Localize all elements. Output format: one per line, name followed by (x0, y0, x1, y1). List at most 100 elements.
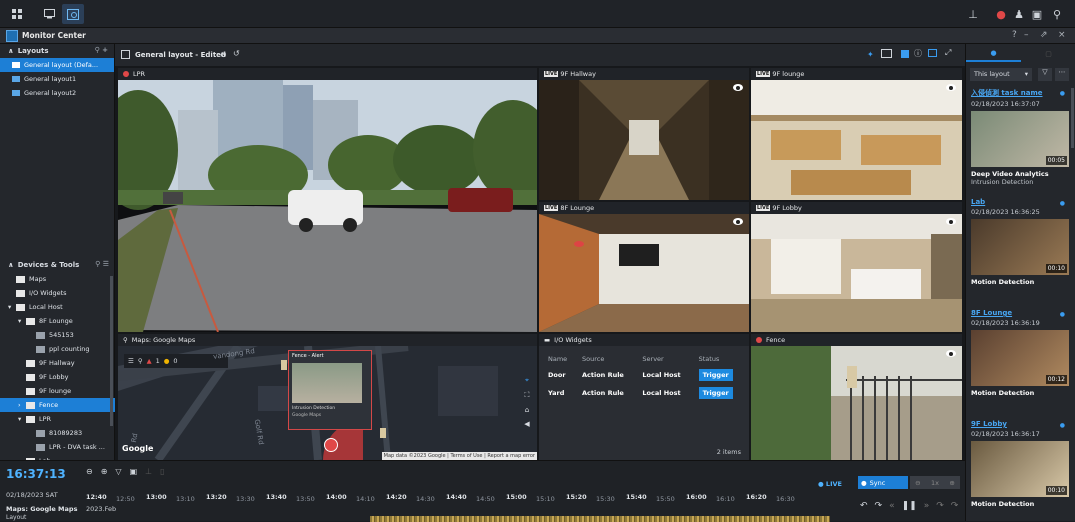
monitor-icon[interactable] (38, 4, 60, 24)
event-card[interactable]: 入侵偵測 task name ● 02/18/2023 16:37:07 00:05 D… (971, 88, 1069, 186)
event-card[interactable]: 8F Lounge ● 02/18/2023 16:36:19 00:12 Motion… (971, 309, 1069, 397)
device-item[interactable]: ppl counting (0, 342, 115, 356)
device-item[interactable]: 9F lounge (0, 384, 115, 398)
camera-marker-icon[interactable] (281, 360, 287, 370)
device-item[interactable]: ▾ Local Host (0, 300, 115, 314)
devices-tools[interactable]: ⚲ ☰ (95, 260, 109, 268)
color-mode-icon[interactable] (901, 50, 909, 58)
map-view[interactable]: ☰ ⚲ ▲ 1 ● 0 vandong Rd Golf Rd Rd Fence - … (118, 341, 537, 460)
view-icon[interactable] (946, 350, 956, 357)
more-icon[interactable]: ⋯ (1055, 68, 1069, 81)
camera-tile-lpr[interactable]: LPR (118, 68, 537, 332)
event-card[interactable]: 9F Lobby ● 02/18/2023 16:36:17 00:10 Motion … (971, 420, 1069, 508)
search-icon[interactable]: ⚲ (138, 357, 143, 365)
map-attribution[interactable]: Map data ©2023 Google | Terms of Use | R… (381, 452, 537, 460)
locate-icon[interactable]: ⌖ (525, 376, 529, 385)
undo-icon[interactable]: ↺ (233, 49, 240, 58)
fit-icon[interactable]: ⛶ (525, 391, 530, 400)
device-item[interactable]: ▾ LPR (0, 412, 115, 426)
tab-events[interactable]: ● (966, 46, 1021, 62)
trigger-button[interactable]: Trigger (698, 369, 733, 381)
camera-tile-fence[interactable]: Fence (751, 334, 962, 460)
map-tile[interactable]: ⚲ Maps: Google Maps ☰ ⚲ ▲ 1 ● 0 vandong Rd … (118, 334, 537, 460)
panel-icon[interactable] (928, 49, 937, 57)
collapse-icon[interactable]: ◀ (524, 420, 529, 428)
live-indicator[interactable]: ● LIVE (818, 480, 842, 488)
view-icon[interactable] (733, 84, 743, 91)
chevron-down-icon[interactable]: ▾ (18, 415, 26, 423)
user-status-icon[interactable]: ⊥ (962, 4, 984, 24)
chevron-down-icon[interactable]: ▾ (18, 317, 26, 325)
step-forward-icon[interactable]: ↷ (936, 501, 944, 511)
chevron-right-icon[interactable]: › (18, 401, 26, 409)
camera-tile-9f-lounge[interactable]: LIVE 9F lounge (751, 68, 962, 200)
tree-scrollbar[interactable] (110, 276, 113, 426)
forward-icon[interactable]: ↷ (951, 501, 959, 511)
pin-icon[interactable]: ✦ (867, 50, 874, 59)
close-button[interactable]: × (1058, 30, 1066, 40)
prev-icon[interactable]: « (889, 501, 895, 511)
event-title[interactable]: 入侵偵測 task name (971, 88, 1069, 98)
event-thumbnail[interactable]: 00:10 (971, 441, 1069, 497)
layout-title[interactable]: General layout - Edited (135, 51, 226, 59)
pause-icon[interactable]: ❚❚ (902, 501, 917, 511)
event-title[interactable]: 9F Lobby (971, 420, 1069, 428)
rewind-icon[interactable]: ↶ (860, 501, 868, 511)
camera-marker-icon[interactable] (380, 428, 386, 438)
device-item[interactable]: Maps (0, 272, 115, 286)
speed-up-icon[interactable]: ⊕ (949, 479, 954, 487)
camera-marker-icon[interactable] (324, 438, 338, 452)
recording-strip[interactable] (370, 516, 830, 522)
event-thumbnail[interactable]: 00:05 (971, 111, 1069, 167)
timeline-ticks[interactable]: 12:40 12:50 13:00 13:10 13:20 13:30 13:40 13:50… (0, 461, 965, 522)
map-alert-popup[interactable]: Fence - Alert Intrusion Detection Google… (288, 350, 372, 430)
home-icon[interactable]: ⌂ (525, 406, 529, 414)
event-thumbnail[interactable]: 00:12 (971, 330, 1069, 386)
tab-bookmarks[interactable]: ▢ (1021, 46, 1075, 62)
help-button[interactable]: ? (1012, 30, 1017, 40)
devices-header[interactable]: ∧ Devices & Tools ⚲ ☰ (0, 258, 115, 272)
event-thumbnail[interactable]: 00:10 (971, 219, 1069, 275)
view-icon[interactable] (946, 218, 956, 225)
speed-down-icon[interactable]: ⊖ (915, 479, 920, 487)
layout-item[interactable]: General layout (Defa... (0, 58, 114, 72)
chevron-down-icon[interactable]: ▾ (8, 303, 16, 311)
event-filter-select[interactable]: This layout ▾ (970, 68, 1032, 81)
search-icon[interactable]: ⚲ (1046, 4, 1068, 24)
monitor-center-icon[interactable] (62, 4, 84, 24)
camera-tile-8f-lounge[interactable]: LIVE 8F Lounge (539, 202, 749, 332)
layouts-tools[interactable]: ⚲ + (95, 46, 108, 54)
view-icon[interactable] (946, 84, 956, 91)
speed-control[interactable]: ⊖ 1x ⊕ (910, 476, 960, 489)
io-column-header[interactable]: Status (693, 352, 745, 366)
camera-tile-9f-hallway[interactable]: LIVE 9F Hallway (539, 68, 749, 200)
confirm-icon[interactable]: ⊘ (220, 50, 227, 59)
minimize-button[interactable]: – (1024, 30, 1029, 40)
event-card[interactable]: Lab ● 02/18/2023 16:36:25 00:10 Motion Detec… (971, 198, 1069, 286)
layout-item[interactable]: General layout1 (0, 72, 114, 86)
filter-icon[interactable]: ▽ (1038, 68, 1052, 81)
popout-button[interactable]: ⇗ (1040, 30, 1048, 40)
grid-icon[interactable] (6, 4, 28, 24)
device-item[interactable]: › Fence (0, 398, 115, 412)
step-back-icon[interactable]: ↷ (875, 501, 883, 511)
event-scrollbar[interactable] (1071, 88, 1074, 148)
fullscreen-icon[interactable]: ⤢ (945, 48, 951, 58)
device-item[interactable]: ▾ 8F Lounge (0, 314, 115, 328)
chevron-up-icon[interactable]: ∧ (8, 47, 14, 55)
menu-icon[interactable]: ☰ (128, 357, 134, 365)
sync-toggle[interactable]: ● Sync (858, 476, 908, 489)
layouts-header[interactable]: ∧ Layouts ⚲ + (0, 44, 114, 58)
layout-grid-icon[interactable] (121, 50, 130, 59)
device-item[interactable]: LPR - DVA task ... (0, 440, 115, 454)
next-icon[interactable]: » (924, 501, 930, 511)
io-column-header[interactable]: Source (577, 352, 638, 366)
event-title[interactable]: Lab (971, 198, 1069, 206)
view-icon[interactable] (733, 218, 743, 225)
trigger-button[interactable]: Trigger (698, 387, 733, 399)
info-icon[interactable]: ⓘ (914, 48, 922, 59)
layout-item[interactable]: General layout2 (0, 86, 114, 100)
chevron-up-icon[interactable]: ∧ (8, 261, 14, 269)
io-column-header[interactable]: Name (543, 352, 577, 366)
device-item[interactable]: 9F Hallway (0, 356, 115, 370)
